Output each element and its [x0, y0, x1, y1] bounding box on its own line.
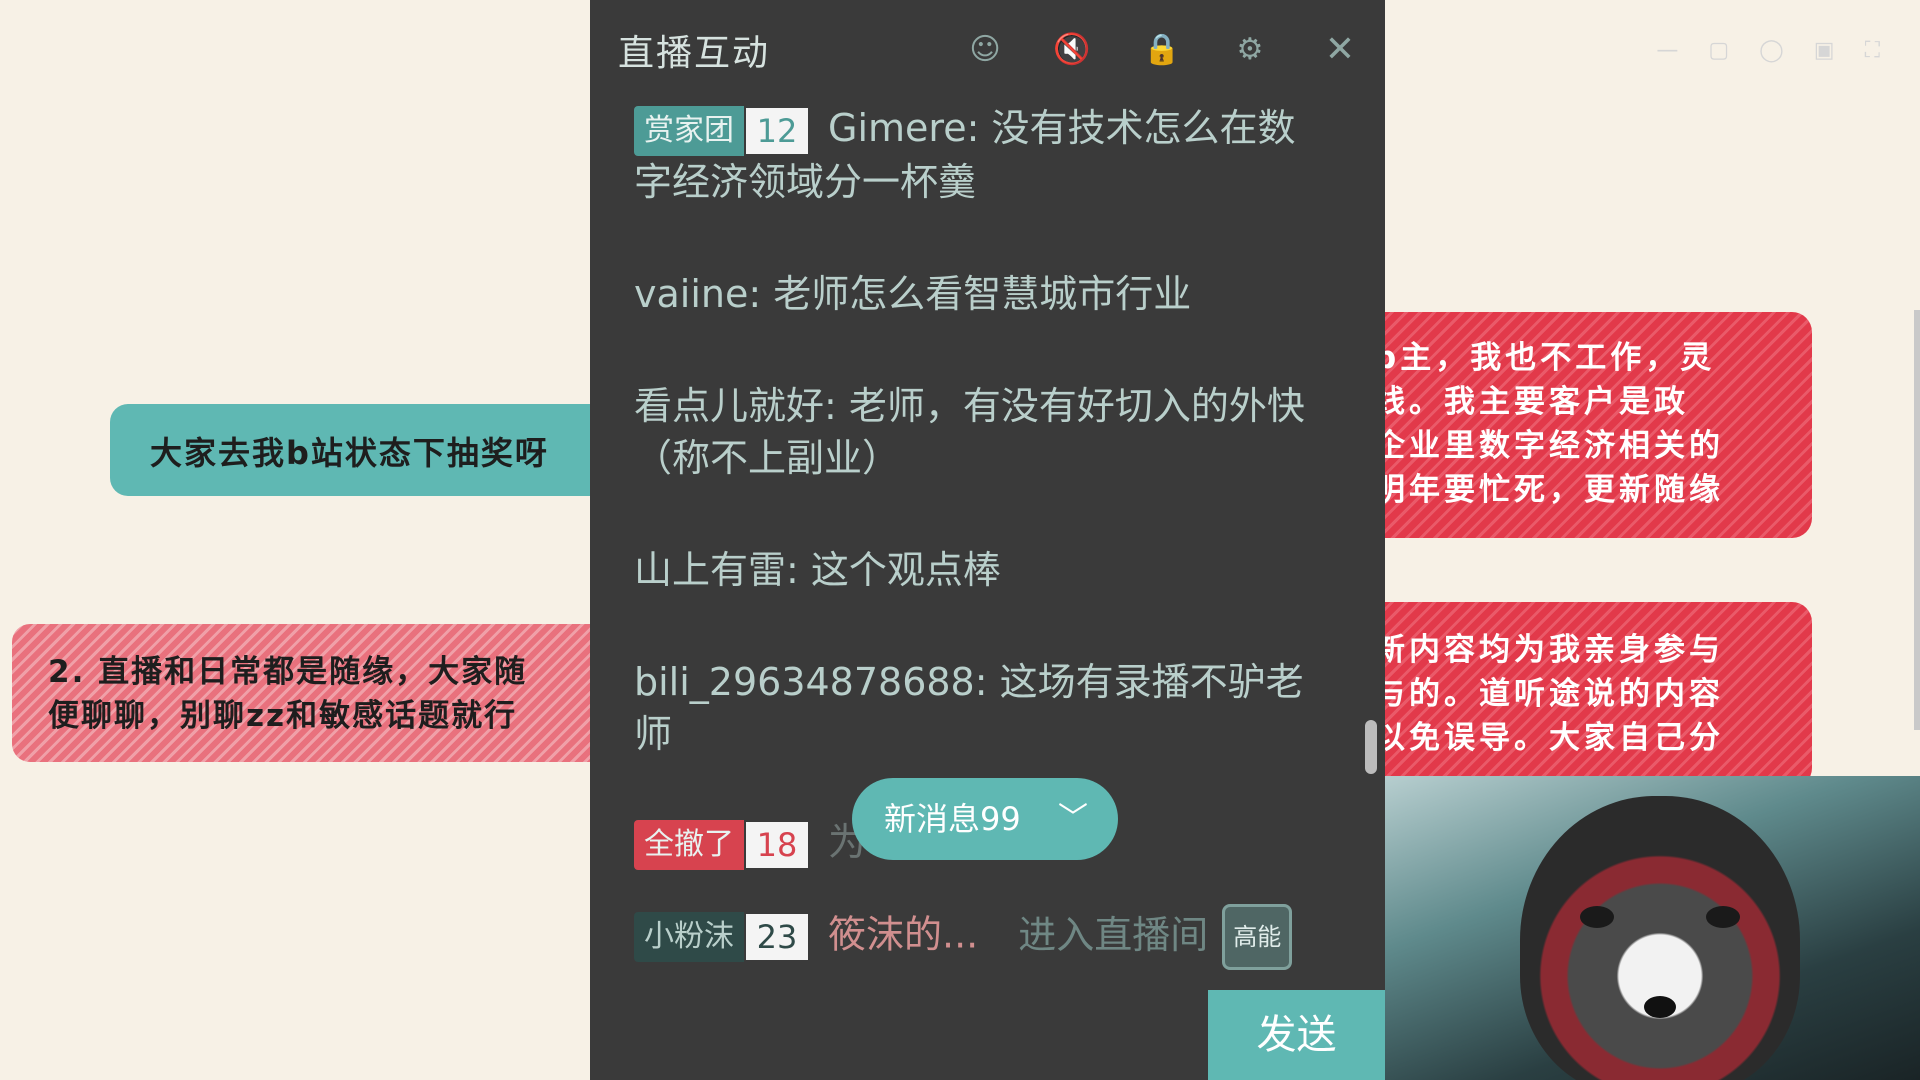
user-icon[interactable]: ◯ — [1759, 38, 1784, 63]
chat-message: vaiine: 老师怎么看智慧城市行业 — [634, 271, 1192, 316]
emoji-icon[interactable]: ☺ — [965, 30, 1005, 70]
chat-message: 山上有雷: 这个观点棒 — [634, 547, 1001, 592]
badge-level: 23 — [746, 914, 808, 960]
disclaimer-line-2: 与的。道听途说的内容 — [1374, 676, 1724, 712]
webcam-feed — [1380, 776, 1920, 1080]
enter-username[interactable]: 筱沫的... — [828, 913, 978, 957]
fan-badge[interactable]: 赏家团 12 — [634, 105, 810, 156]
live-chat-panel: 直播互动 ☺ 🔇 🔒 ⚙ ✕ 赏家团 12 Gimere: 没有技术怎么在数字经… — [590, 0, 1385, 1080]
pin-icon[interactable]: ▣ — [1814, 38, 1835, 63]
disclaimer-sticker: 新内容均为我亲身参与 与的。道听途说的内容 以免误导。大家自己分 — [1352, 602, 1812, 788]
chat-text: 这个观点棒 — [810, 547, 1001, 592]
stream-toolbar: — ▢ ◯ ▣ ⛶ — [1656, 38, 1880, 63]
rules-line-2: 便聊聊，别聊zz和敏感话题就行 — [48, 698, 518, 734]
fan-badge[interactable]: 小粉沫 23 — [634, 912, 810, 962]
chat-message: bili_29634878688: 这场有录播不驴老师 — [634, 659, 1304, 756]
message-list[interactable]: 赏家团 12 Gimere: 没有技术怎么在数字经济领域分一杯羹 vaiine:… — [634, 102, 1324, 820]
intro-line-4: 明年要忙死，更新随缘 — [1374, 472, 1724, 508]
rules-line-1: 2. 直播和日常都是随缘，大家随 — [48, 654, 528, 690]
new-messages-button[interactable]: 新消息99 ﹀ — [852, 778, 1118, 860]
nose — [1644, 996, 1676, 1018]
chat-username[interactable]: vaiine — [634, 272, 748, 316]
right-eye — [1706, 906, 1740, 928]
minimize-icon[interactable]: — — [1656, 38, 1678, 63]
panel-header: 直播互动 ☺ 🔇 🔒 ⚙ ✕ — [590, 0, 1385, 100]
enter-text: 进入直播间 — [1018, 912, 1209, 957]
intro-line-1: p主，我也不工作，灵 — [1374, 340, 1716, 376]
intro-sticker: p主，我也不工作，灵 线。我主要客户是政 企业里数字经济相关的 明年要忙死，更新… — [1352, 312, 1812, 538]
chat-username[interactable]: 看点儿就好 — [634, 384, 824, 428]
settings-icon[interactable]: ⚙ — [1230, 30, 1270, 70]
chevron-down-icon: ﹀ — [1058, 801, 1088, 836]
fox-mask-image — [1520, 796, 1800, 1080]
chat-message: 赏家团 12 Gimere: 没有技术怎么在数字经济领域分一杯羹 — [634, 105, 1296, 204]
enter-notice: 小粉沫 23 筱沫的... 进入直播间 高能 — [634, 904, 1293, 970]
badge-name: 小粉沫 — [634, 912, 744, 962]
new-messages-label: 新消息99 — [884, 800, 1021, 838]
chat-text: 老师怎么看智慧城市行业 — [773, 271, 1192, 316]
lottery-sticker: 大家去我b站状态下抽奖呀 — [110, 404, 630, 496]
chat-message: 看点儿就好: 老师，有没有好切入的外快（称不上副业） — [634, 383, 1305, 480]
chat-username[interactable]: Gimere — [828, 106, 967, 150]
page-scrollbar[interactable] — [1914, 310, 1920, 730]
window-icon[interactable]: ▢ — [1708, 38, 1729, 63]
badge-level: 18 — [746, 821, 808, 868]
fullscreen-icon[interactable]: ⛶ — [1865, 38, 1880, 63]
volume-icon[interactable]: 🔇 — [1052, 30, 1092, 70]
lock-icon[interactable]: 🔒 — [1142, 30, 1182, 70]
disclaimer-line-3: 以免误导。大家自己分 — [1374, 720, 1724, 756]
chat-scrollbar[interactable] — [1365, 720, 1377, 774]
badge-level: 12 — [746, 107, 808, 154]
disclaimer-line-1: 新内容均为我亲身参与 — [1374, 632, 1724, 668]
chat-username[interactable]: bili_29634878688 — [634, 660, 975, 704]
intro-line-2: 线。我主要客户是政 — [1374, 384, 1689, 420]
lottery-sticker-text: 大家去我b站状态下抽奖呀 — [150, 434, 549, 472]
badge-name: 全撤了 — [634, 819, 744, 870]
send-button[interactable]: 发送 — [1208, 990, 1385, 1080]
panel-title: 直播互动 — [618, 33, 771, 74]
chat-username[interactable]: 山上有雷 — [634, 548, 786, 592]
badge-name: 赏家团 — [634, 105, 744, 156]
left-eye — [1580, 906, 1614, 928]
intro-line-3: 企业里数字经济相关的 — [1374, 428, 1724, 464]
high-energy-tag: 高能 — [1222, 904, 1293, 970]
rules-sticker: 2. 直播和日常都是随缘，大家随 便聊聊，别聊zz和敏感话题就行 — [12, 624, 632, 762]
fan-badge[interactable]: 全撤了 18 — [634, 819, 810, 870]
close-icon[interactable]: ✕ — [1320, 30, 1360, 70]
